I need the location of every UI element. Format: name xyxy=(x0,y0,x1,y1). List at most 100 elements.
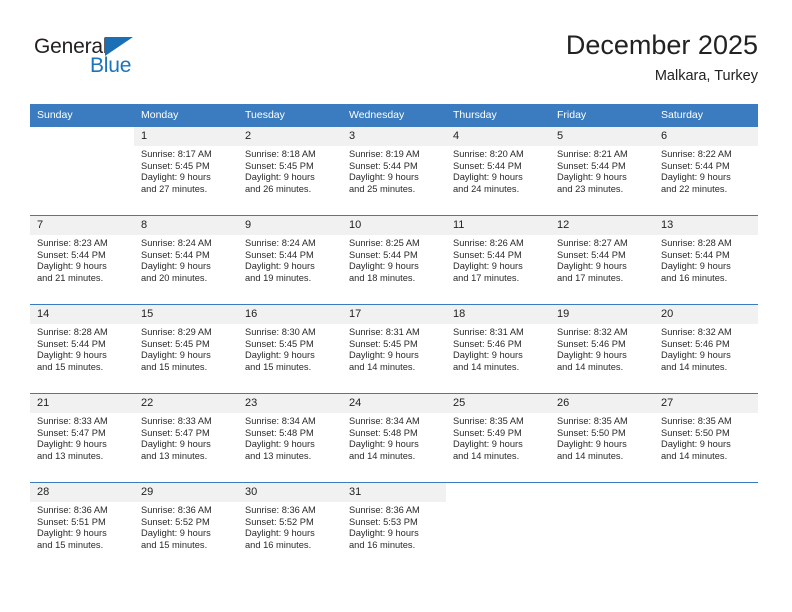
weekday-header-friday: Friday xyxy=(550,104,654,127)
day-details: Sunrise: 8:25 AM Sunset: 5:44 PM Daylight:… xyxy=(342,235,446,284)
day-details: Sunrise: 8:27 AM Sunset: 5:44 PM Daylight:… xyxy=(550,235,654,284)
day-details: Sunrise: 8:34 AM Sunset: 5:48 PM Daylight:… xyxy=(238,413,342,462)
daylight-duration-line1: Daylight: 9 hours xyxy=(37,261,107,272)
day-details: Sunrise: 8:19 AM Sunset: 5:44 PM Daylight:… xyxy=(342,146,446,195)
day-number: 11 xyxy=(446,216,550,235)
logo-text-blue: Blue xyxy=(90,54,132,77)
sunrise-time: Sunrise: 8:32 AM xyxy=(661,327,732,337)
calendar-day-cell[interactable]: 3 Sunrise: 8:19 AM Sunset: 5:44 PM Daylight… xyxy=(342,126,446,216)
daylight-duration-line1: Daylight: 9 hours xyxy=(349,350,419,361)
sunrise-time: Sunrise: 8:33 AM xyxy=(37,416,108,426)
calendar-day-cell[interactable]: 20 Sunrise: 8:32 AM Sunset: 5:46 PM Dayligh… xyxy=(654,304,758,394)
sunrise-time: Sunrise: 8:27 AM xyxy=(557,238,628,248)
calendar-day-cell[interactable]: 29 Sunrise: 8:36 AM Sunset: 5:52 PM Dayligh… xyxy=(134,482,238,572)
sunset-time: Sunset: 5:44 PM xyxy=(453,160,522,171)
day-number: 1 xyxy=(134,127,238,146)
day-details: Sunrise: 8:28 AM Sunset: 5:44 PM Daylight:… xyxy=(654,235,758,284)
weekday-header-tuesday: Tuesday xyxy=(238,104,342,127)
calendar-day-cell-empty xyxy=(30,126,134,216)
sunrise-time: Sunrise: 8:23 AM xyxy=(37,238,108,248)
sunset-time: Sunset: 5:44 PM xyxy=(37,249,106,260)
calendar-day-cell[interactable]: 2 Sunrise: 8:18 AM Sunset: 5:45 PM Daylight… xyxy=(238,126,342,216)
calendar-week-row: 28 Sunrise: 8:36 AM Sunset: 5:51 PM Dayligh… xyxy=(30,482,758,572)
sunset-time: Sunset: 5:45 PM xyxy=(349,338,418,349)
day-number: 23 xyxy=(238,394,342,413)
calendar-week-row: 21 Sunrise: 8:33 AM Sunset: 5:47 PM Dayligh… xyxy=(30,393,758,483)
calendar-day-cell[interactable]: 24 Sunrise: 8:34 AM Sunset: 5:48 PM Dayligh… xyxy=(342,393,446,483)
day-details: Sunrise: 8:31 AM Sunset: 5:45 PM Daylight:… xyxy=(342,324,446,373)
calendar-day-cell[interactable]: 26 Sunrise: 8:35 AM Sunset: 5:50 PM Dayligh… xyxy=(550,393,654,483)
calendar-day-cell[interactable]: 1 Sunrise: 8:17 AM Sunset: 5:45 PM Daylight… xyxy=(134,126,238,216)
calendar-day-cell[interactable]: 11 Sunrise: 8:26 AM Sunset: 5:44 PM Dayligh… xyxy=(446,215,550,305)
daylight-duration-line1: Daylight: 9 hours xyxy=(349,439,419,450)
day-number: 24 xyxy=(342,394,446,413)
sunrise-time: Sunrise: 8:19 AM xyxy=(349,149,420,159)
sunset-time: Sunset: 5:45 PM xyxy=(141,338,210,349)
day-details: Sunrise: 8:35 AM Sunset: 5:50 PM Daylight:… xyxy=(550,413,654,462)
calendar-day-cell[interactable]: 19 Sunrise: 8:32 AM Sunset: 5:46 PM Dayligh… xyxy=(550,304,654,394)
calendar-day-cell[interactable]: 17 Sunrise: 8:31 AM Sunset: 5:45 PM Dayligh… xyxy=(342,304,446,394)
calendar-day-cell[interactable]: 8 Sunrise: 8:24 AM Sunset: 5:44 PM Daylight… xyxy=(134,215,238,305)
calendar-day-cell[interactable]: 15 Sunrise: 8:29 AM Sunset: 5:45 PM Dayligh… xyxy=(134,304,238,394)
sunrise-time: Sunrise: 8:35 AM xyxy=(557,416,628,426)
daylight-duration-line1: Daylight: 9 hours xyxy=(349,528,419,539)
calendar-day-cell[interactable]: 18 Sunrise: 8:31 AM Sunset: 5:46 PM Dayligh… xyxy=(446,304,550,394)
daylight-duration-line2: and 14 minutes. xyxy=(453,361,520,372)
sunrise-time: Sunrise: 8:24 AM xyxy=(245,238,316,248)
day-number: 9 xyxy=(238,216,342,235)
sunrise-time: Sunrise: 8:22 AM xyxy=(661,149,732,159)
sunrise-time: Sunrise: 8:26 AM xyxy=(453,238,524,248)
calendar-day-cell[interactable]: 22 Sunrise: 8:33 AM Sunset: 5:47 PM Dayligh… xyxy=(134,393,238,483)
calendar-day-cell[interactable]: 6 Sunrise: 8:22 AM Sunset: 5:44 PM Daylight… xyxy=(654,126,758,216)
calendar-day-cell[interactable]: 10 Sunrise: 8:25 AM Sunset: 5:44 PM Dayligh… xyxy=(342,215,446,305)
sunset-time: Sunset: 5:52 PM xyxy=(245,516,314,527)
daylight-duration-line1: Daylight: 9 hours xyxy=(453,261,523,272)
day-number: 19 xyxy=(550,305,654,324)
daylight-duration-line2: and 23 minutes. xyxy=(557,183,624,194)
calendar-day-cell[interactable]: 25 Sunrise: 8:35 AM Sunset: 5:49 PM Dayligh… xyxy=(446,393,550,483)
sunrise-time: Sunrise: 8:34 AM xyxy=(349,416,420,426)
daylight-duration-line2: and 21 minutes. xyxy=(37,272,104,283)
calendar-day-cell[interactable]: 30 Sunrise: 8:36 AM Sunset: 5:52 PM Dayligh… xyxy=(238,482,342,572)
sunset-time: Sunset: 5:51 PM xyxy=(37,516,106,527)
sunset-time: Sunset: 5:53 PM xyxy=(349,516,418,527)
calendar-day-cell[interactable]: 5 Sunrise: 8:21 AM Sunset: 5:44 PM Daylight… xyxy=(550,126,654,216)
day-number: 22 xyxy=(134,394,238,413)
daylight-duration-line2: and 17 minutes. xyxy=(453,272,520,283)
calendar-week-row: 7 Sunrise: 8:23 AM Sunset: 5:44 PM Daylight… xyxy=(30,215,758,305)
calendar-day-cell[interactable]: 9 Sunrise: 8:24 AM Sunset: 5:44 PM Daylight… xyxy=(238,215,342,305)
calendar-day-cell[interactable]: 23 Sunrise: 8:34 AM Sunset: 5:48 PM Dayligh… xyxy=(238,393,342,483)
calendar-day-cell[interactable]: 13 Sunrise: 8:28 AM Sunset: 5:44 PM Dayligh… xyxy=(654,215,758,305)
day-number: 25 xyxy=(446,394,550,413)
daylight-duration-line2: and 14 minutes. xyxy=(661,450,728,461)
daylight-duration-line2: and 20 minutes. xyxy=(141,272,208,283)
calendar-header-row: Sunday Monday Tuesday Wednesday Thursday… xyxy=(30,104,758,127)
day-number: 14 xyxy=(30,305,134,324)
day-details: Sunrise: 8:24 AM Sunset: 5:44 PM Daylight:… xyxy=(134,235,238,284)
calendar-day-cell[interactable]: 27 Sunrise: 8:35 AM Sunset: 5:50 PM Dayligh… xyxy=(654,393,758,483)
calendar-day-cell[interactable]: 12 Sunrise: 8:27 AM Sunset: 5:44 PM Dayligh… xyxy=(550,215,654,305)
calendar-week-row: 14 Sunrise: 8:28 AM Sunset: 5:44 PM Dayligh… xyxy=(30,304,758,394)
daylight-duration-line1: Daylight: 9 hours xyxy=(37,528,107,539)
calendar-day-cell[interactable]: 7 Sunrise: 8:23 AM Sunset: 5:44 PM Daylight… xyxy=(30,215,134,305)
sunrise-time: Sunrise: 8:29 AM xyxy=(141,327,212,337)
general-blue-logo[interactable]: General Blue xyxy=(34,36,194,86)
daylight-duration-line1: Daylight: 9 hours xyxy=(141,261,211,272)
calendar-page: General Blue December 2025 Malkara, Turk… xyxy=(0,0,792,612)
calendar-day-cell[interactable]: 21 Sunrise: 8:33 AM Sunset: 5:47 PM Dayligh… xyxy=(30,393,134,483)
daylight-duration-line1: Daylight: 9 hours xyxy=(141,172,211,183)
calendar-day-cell[interactable]: 14 Sunrise: 8:28 AM Sunset: 5:44 PM Dayligh… xyxy=(30,304,134,394)
calendar-day-cell[interactable]: 16 Sunrise: 8:30 AM Sunset: 5:45 PM Dayligh… xyxy=(238,304,342,394)
daylight-duration-line1: Daylight: 9 hours xyxy=(245,350,315,361)
calendar-day-cell[interactable]: 4 Sunrise: 8:20 AM Sunset: 5:44 PM Daylight… xyxy=(446,126,550,216)
daylight-duration-line1: Daylight: 9 hours xyxy=(245,439,315,450)
sunrise-time: Sunrise: 8:30 AM xyxy=(245,327,316,337)
sunrise-time: Sunrise: 8:21 AM xyxy=(557,149,628,159)
day-number: 31 xyxy=(342,483,446,502)
day-details: Sunrise: 8:36 AM Sunset: 5:52 PM Daylight:… xyxy=(134,502,238,551)
calendar-day-cell[interactable]: 31 Sunrise: 8:36 AM Sunset: 5:53 PM Dayligh… xyxy=(342,482,446,572)
daylight-duration-line1: Daylight: 9 hours xyxy=(349,261,419,272)
calendar-day-cell[interactable]: 28 Sunrise: 8:36 AM Sunset: 5:51 PM Dayligh… xyxy=(30,482,134,572)
day-number: 20 xyxy=(654,305,758,324)
daylight-duration-line1: Daylight: 9 hours xyxy=(141,528,211,539)
